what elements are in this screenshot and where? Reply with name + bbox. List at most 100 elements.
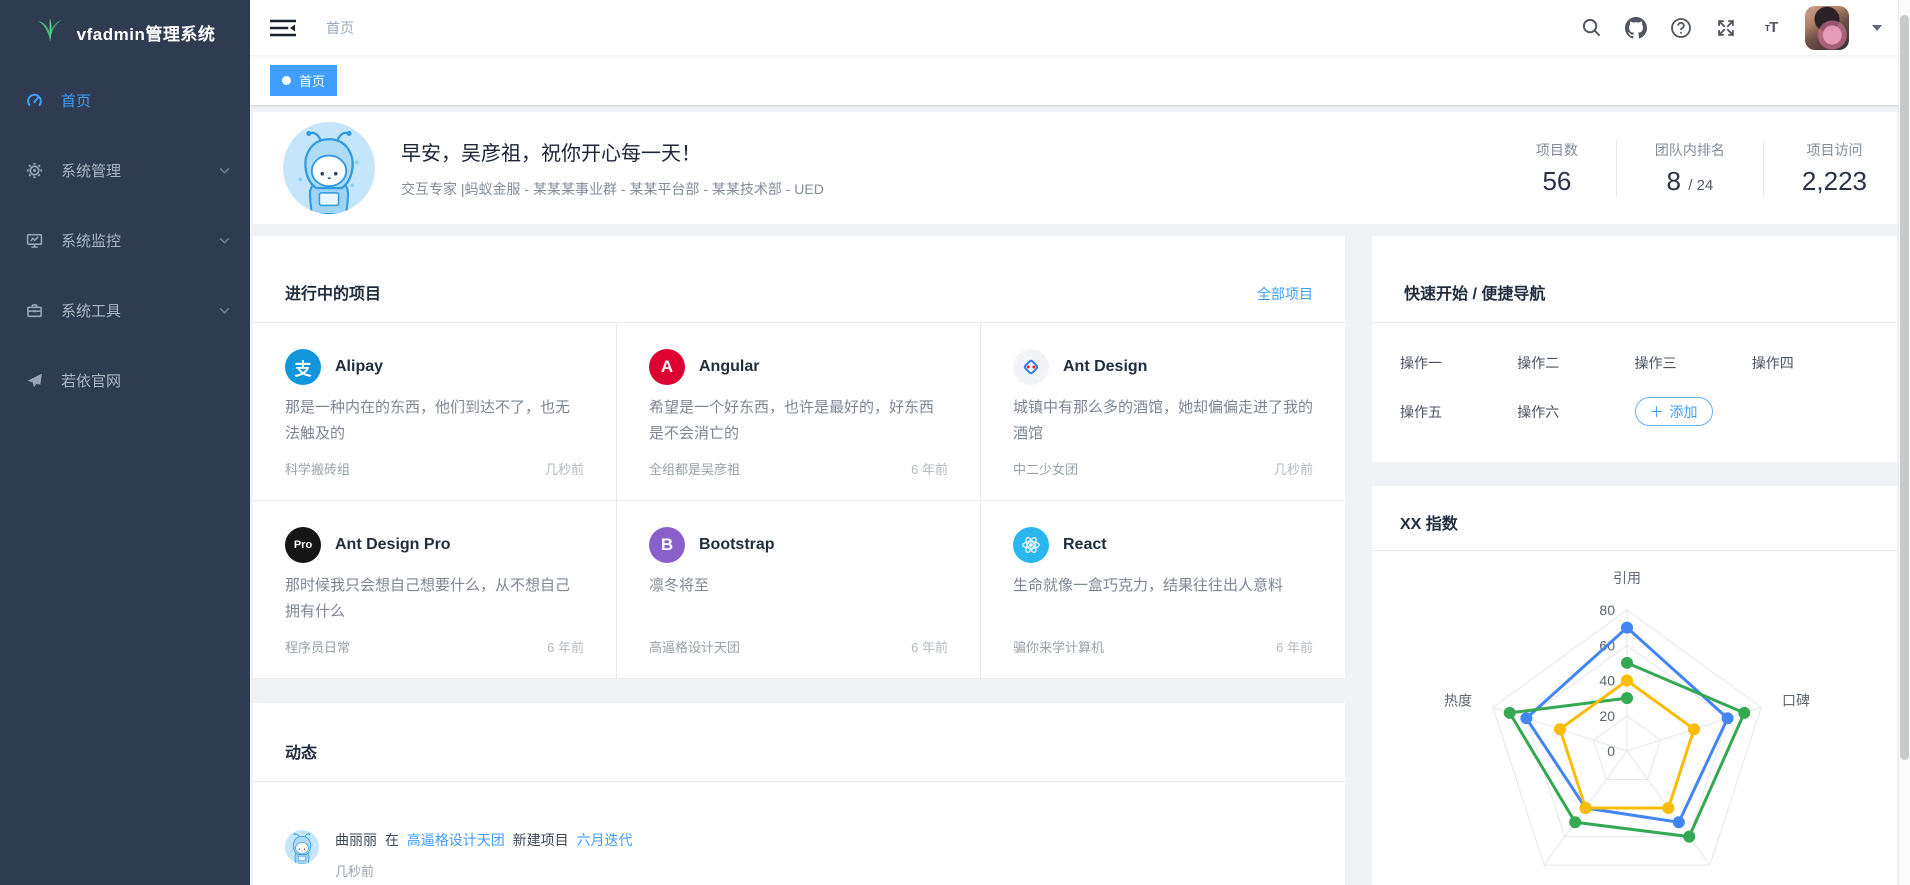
sidebar-item-system-monitor[interactable]: 系统监控 bbox=[0, 212, 250, 268]
project-description: 凛冬将至 bbox=[649, 573, 948, 625]
monitor-icon bbox=[26, 232, 43, 249]
project-description: 生命就像一盒巧克力，结果往往出人意料 bbox=[1013, 573, 1313, 625]
sidebar-item-home[interactable]: 首页 bbox=[0, 72, 250, 128]
project-description: 希望是一个好东西，也许是最好的，好东西是不会消亡的 bbox=[649, 395, 948, 447]
activity-panel: 动态 曲丽丽 在 高逼格设计天团 新建项目 六月迭代 bbox=[253, 703, 1345, 885]
svg-text:热度: 热度 bbox=[1444, 693, 1472, 709]
quick-start-header: 快速开始 / 便捷导航 bbox=[1372, 236, 1897, 323]
add-button[interactable]: ＋ 添加 bbox=[1635, 397, 1713, 426]
angular-icon: A bbox=[649, 349, 685, 385]
paper-plane-icon bbox=[26, 372, 43, 389]
gear-icon bbox=[26, 162, 43, 179]
react-icon bbox=[1013, 527, 1049, 563]
activity-time: 几秒前 bbox=[335, 861, 637, 880]
project-time: 6 年前 bbox=[547, 637, 584, 656]
activity-user[interactable]: 曲丽丽 bbox=[335, 832, 377, 848]
quick-links: 操作一 操作二 操作三 操作四 操作五 操作六 ＋ 添加 bbox=[1372, 323, 1897, 462]
activity-group-link[interactable]: 高逼格设计天团 bbox=[407, 832, 505, 848]
bootstrap-icon: B bbox=[649, 527, 685, 563]
stat-team-rank: 团队内排名 8 / 24 bbox=[1616, 140, 1763, 197]
github-icon[interactable] bbox=[1625, 17, 1647, 39]
sidebar-item-official-site[interactable]: 若依官网 bbox=[0, 352, 250, 408]
activity-text: 曲丽丽 在 高逼格设计天团 新建项目 六月迭代 几秒前 bbox=[335, 830, 637, 880]
radar-svg: 020406080引用口碑产量贡献热度 bbox=[1372, 551, 1897, 885]
page-scrollbar[interactable] bbox=[1898, 0, 1910, 885]
svg-text:0: 0 bbox=[1607, 743, 1615, 759]
scrollbar-thumb[interactable] bbox=[1900, 15, 1909, 760]
project-group[interactable]: 全组都是吴彦祖 bbox=[649, 459, 740, 478]
tag-label: 首页 bbox=[299, 71, 325, 90]
quick-link-2[interactable]: 操作二 bbox=[1517, 353, 1634, 373]
caret-down-icon[interactable] bbox=[1872, 25, 1882, 31]
project-card-react[interactable]: React 生命就像一盒巧克力，结果往往出人意料 骗你来学计算机 6 年前 bbox=[981, 501, 1345, 679]
svg-text:口碑: 口碑 bbox=[1782, 693, 1810, 709]
quick-start-title: 快速开始 / 便捷导航 bbox=[1404, 280, 1545, 304]
ant-design-pro-icon: Pro bbox=[285, 527, 321, 563]
stat-value: 8 / 24 bbox=[1655, 166, 1725, 197]
greeting-info: 早安，吴彦祖，祝你开心每一天！ 交互专家 |蚂蚁金服 - 某某某事业群 - 某某… bbox=[401, 137, 824, 199]
top-navbar: 首页 тT bbox=[250, 0, 1910, 55]
project-name[interactable]: Angular bbox=[699, 358, 759, 376]
project-name[interactable]: Alipay bbox=[335, 358, 383, 376]
project-group[interactable]: 高逼格设计天团 bbox=[649, 637, 740, 656]
stat-project-count: 项目数 56 bbox=[1498, 140, 1616, 197]
project-group[interactable]: 中二少女团 bbox=[1013, 459, 1078, 478]
user-avatar[interactable] bbox=[1805, 6, 1849, 50]
activity-project-link[interactable]: 六月迭代 bbox=[577, 832, 633, 848]
main-area: 首页 тT bbox=[250, 0, 1910, 885]
quick-link-4[interactable]: 操作四 bbox=[1752, 353, 1869, 373]
greeting-subtitle: 交互专家 |蚂蚁金服 - 某某某事业群 - 某某平台部 - 某某技术部 - UE… bbox=[401, 179, 824, 199]
activity-text-part: 在 bbox=[385, 832, 399, 848]
project-group[interactable]: 科学搬砖组 bbox=[285, 459, 350, 478]
project-group[interactable]: 骗你来学计算机 bbox=[1013, 637, 1104, 656]
project-card-bootstrap[interactable]: B Bootstrap 凛冬将至 高逼格设计天团 6 年前 bbox=[617, 501, 981, 679]
project-card-ant-design[interactable]: Ant Design 城镇中有那么多的酒馆，她却偏偏走进了我的酒馆 中二少女团 … bbox=[981, 323, 1345, 501]
project-time: 几秒前 bbox=[1274, 459, 1313, 478]
dashboard-icon bbox=[26, 92, 43, 109]
app-logo[interactable]: vfadmin管理系统 bbox=[0, 0, 250, 64]
projects-grid: 支 Alipay 那是一种内在的东西，他们到达不了，也无法触及的 科学搬砖组 几… bbox=[253, 323, 1345, 679]
quick-link-5[interactable]: 操作五 bbox=[1400, 402, 1517, 422]
project-name[interactable]: Ant Design Pro bbox=[335, 536, 451, 554]
sidebar-item-system-management[interactable]: 系统管理 bbox=[0, 142, 250, 198]
project-group[interactable]: 程序员日常 bbox=[285, 637, 350, 656]
projects-panel: 进行中的项目 全部项目 支 Alipay 那是一种内在的东西，他们到达不了，也无… bbox=[253, 236, 1345, 679]
sidebar-item-system-tools[interactable]: 系统工具 bbox=[0, 282, 250, 338]
breadcrumb: 首页 bbox=[326, 18, 354, 38]
tags-bar: 首页 bbox=[250, 55, 1910, 105]
font-size-icon[interactable]: тT bbox=[1760, 17, 1782, 39]
quick-link-3[interactable]: 操作三 bbox=[1635, 353, 1752, 373]
stat-value: 2,223 bbox=[1802, 166, 1867, 197]
collapse-menu-icon[interactable] bbox=[270, 17, 296, 39]
svg-text:引用: 引用 bbox=[1613, 570, 1641, 586]
project-card-alipay[interactable]: 支 Alipay 那是一种内在的东西，他们到达不了，也无法触及的 科学搬砖组 几… bbox=[253, 323, 617, 501]
project-card-angular[interactable]: A Angular 希望是一个好东西，也许是最好的，好东西是不会消亡的 全组都是… bbox=[617, 323, 981, 501]
greeting-card: 早安，吴彦祖，祝你开心每一天！ 交互专家 |蚂蚁金服 - 某某某事业群 - 某某… bbox=[253, 112, 1897, 224]
page-content: 早安，吴彦祖，祝你开心每一天！ 交互专家 |蚂蚁金服 - 某某某事业群 - 某某… bbox=[250, 105, 1910, 885]
radar-chart: 020406080引用口碑产量贡献热度 bbox=[1372, 551, 1897, 885]
help-icon[interactable] bbox=[1670, 17, 1692, 39]
greeting-title: 早安，吴彦祖，祝你开心每一天！ bbox=[401, 137, 824, 166]
project-name[interactable]: Bootstrap bbox=[699, 536, 775, 554]
search-icon[interactable] bbox=[1580, 17, 1602, 39]
sidebar-item-label: 首页 bbox=[61, 90, 91, 111]
index-chart-title: XX 指数 bbox=[1400, 510, 1458, 534]
activity-item: 曲丽丽 在 高逼格设计天团 新建项目 六月迭代 几秒前 bbox=[253, 782, 1345, 885]
fullscreen-icon[interactable] bbox=[1715, 17, 1737, 39]
quick-link-6[interactable]: 操作六 bbox=[1517, 402, 1634, 422]
quick-link-1[interactable]: 操作一 bbox=[1400, 353, 1517, 373]
app-title: vfadmin管理系统 bbox=[77, 20, 216, 45]
sidebar-item-label: 若依官网 bbox=[61, 370, 121, 391]
right-column: 快速开始 / 便捷导航 操作一 操作二 操作三 操作四 操作五 操作六 ＋ 添加 bbox=[1372, 236, 1897, 885]
project-name[interactable]: Ant Design bbox=[1063, 358, 1147, 376]
project-name[interactable]: React bbox=[1063, 536, 1107, 554]
all-projects-link[interactable]: 全部项目 bbox=[1257, 284, 1313, 304]
tag-active-dot bbox=[282, 76, 291, 85]
tag-home[interactable]: 首页 bbox=[270, 65, 337, 96]
chevron-down-icon bbox=[219, 301, 230, 319]
sidebar-menu: 首页 系统管理 系统监控 bbox=[0, 64, 250, 408]
toolbox-icon bbox=[26, 302, 43, 319]
project-card-ant-design-pro[interactable]: Pro Ant Design Pro 那时候我只会想自己想要什么，从不想自己拥有… bbox=[253, 501, 617, 679]
sidebar-item-label: 系统监控 bbox=[61, 230, 121, 251]
plant-logo-icon bbox=[35, 17, 65, 48]
